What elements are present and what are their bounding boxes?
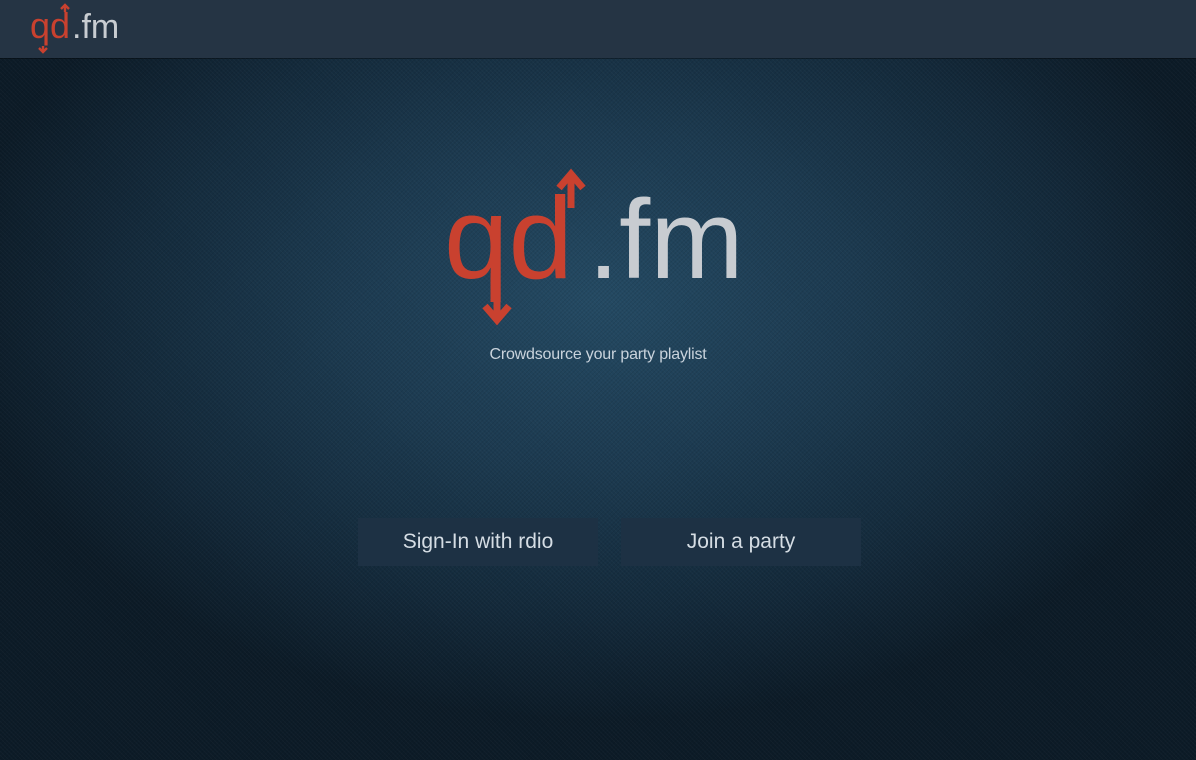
- signin-rdio-button[interactable]: Sign-In with rdio: [358, 518, 598, 566]
- top-navigation-bar: qd .fm: [0, 0, 1196, 58]
- logo-fm-text: .fm: [72, 8, 119, 46]
- qdfm-logo-large: qd .fm: [444, 168, 744, 326]
- page-background: [0, 0, 1196, 760]
- logo-qd-mark: qd: [30, 3, 70, 54]
- tagline: Crowdsource your party playlist: [489, 346, 707, 363]
- arrow-down-icon: [38, 46, 48, 54]
- hero-logo-qd-text: qd: [444, 173, 573, 303]
- qdfm-logo-small[interactable]: qd .fm: [30, 2, 140, 54]
- hero-logo-fm-text: .fm: [588, 177, 744, 302]
- join-party-button[interactable]: Join a party: [621, 518, 861, 566]
